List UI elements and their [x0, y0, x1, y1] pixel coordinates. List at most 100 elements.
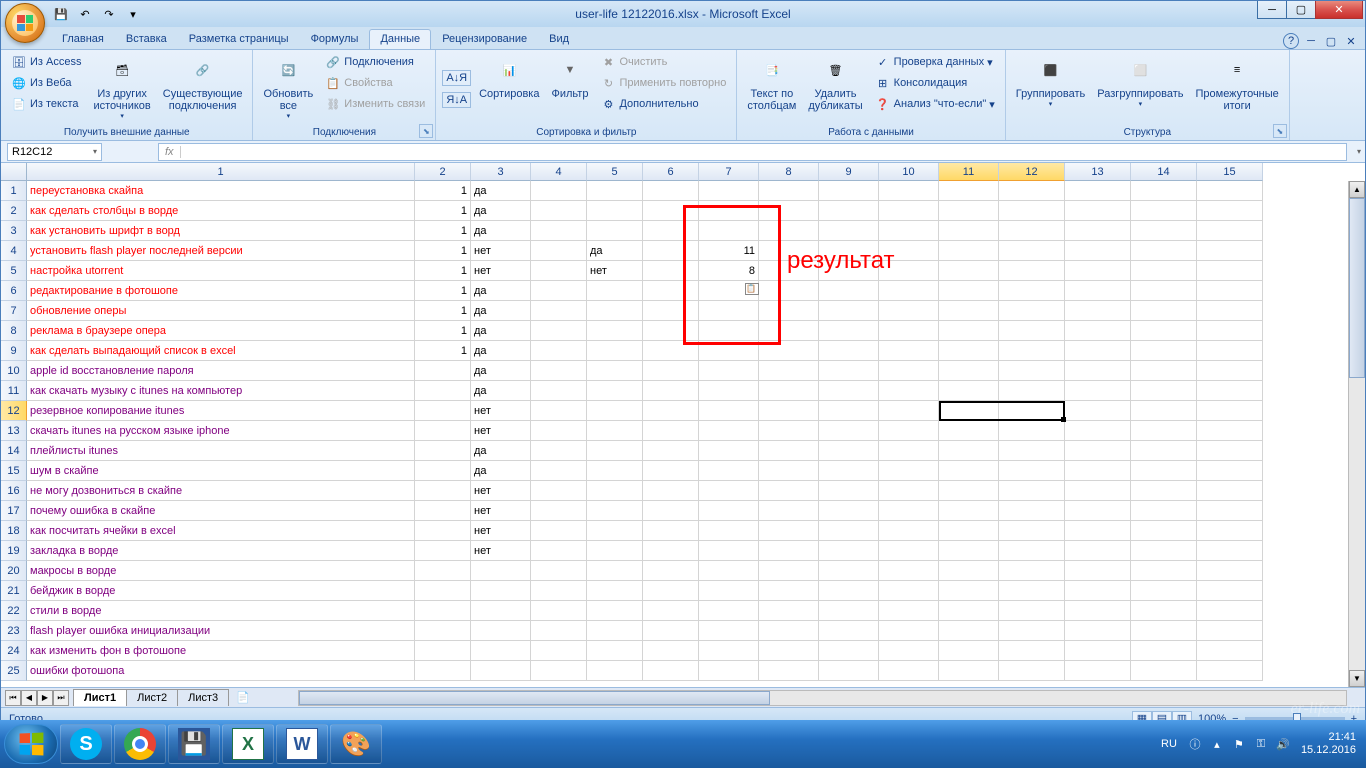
cell[interactable] [471, 601, 531, 621]
text-to-columns-button[interactable]: 📑Текст по столбцам [743, 52, 800, 125]
tab-Формулы[interactable]: Формулы [300, 29, 370, 49]
cell[interactable] [699, 541, 759, 561]
cell[interactable] [999, 261, 1065, 281]
row-header[interactable]: 3 [1, 221, 27, 241]
cell[interactable] [699, 221, 759, 241]
remove-duplicates-button[interactable]: 🗑Удалить дубликаты [804, 52, 866, 125]
cell[interactable]: как посчитать ячейки в excel [27, 521, 415, 541]
cell[interactable] [531, 301, 587, 321]
cell[interactable] [1131, 181, 1197, 201]
connections-button[interactable]: 🔗Подключения [321, 52, 429, 72]
cell[interactable] [415, 661, 471, 681]
cell[interactable] [415, 421, 471, 441]
cell[interactable] [879, 181, 939, 201]
cell[interactable] [1065, 581, 1131, 601]
cell[interactable] [999, 421, 1065, 441]
cell[interactable] [1197, 201, 1263, 221]
cell[interactable]: 1 [415, 281, 471, 301]
cell[interactable] [879, 301, 939, 321]
cell[interactable] [1131, 461, 1197, 481]
cell[interactable] [759, 301, 819, 321]
taskbar-chrome[interactable] [114, 724, 166, 764]
cell[interactable] [643, 281, 699, 301]
cell[interactable] [587, 481, 643, 501]
cell[interactable] [531, 621, 587, 641]
cell[interactable]: как скачать музыку с itunes на компьютер [27, 381, 415, 401]
ungroup-button[interactable]: ⬜Разгруппировать▾ [1093, 52, 1187, 125]
cell[interactable] [759, 541, 819, 561]
cell[interactable] [643, 181, 699, 201]
cell[interactable] [587, 601, 643, 621]
cell[interactable]: нет [471, 501, 531, 521]
worksheet-grid[interactable]: 123456789101112131415 1переустановка ска… [1, 163, 1365, 687]
cell[interactable] [1065, 221, 1131, 241]
cell[interactable]: как сделать выпадающий список в excel [27, 341, 415, 361]
cell[interactable] [531, 221, 587, 241]
cell[interactable] [1065, 401, 1131, 421]
cell[interactable] [415, 561, 471, 581]
office-button[interactable] [5, 3, 45, 43]
cell[interactable] [699, 621, 759, 641]
cell[interactable]: как установить шрифт в ворд [27, 221, 415, 241]
taskbar-excel[interactable]: X [222, 724, 274, 764]
cell[interactable] [819, 501, 879, 521]
cell[interactable] [415, 501, 471, 521]
cell[interactable] [415, 461, 471, 481]
cell[interactable] [643, 441, 699, 461]
column-header[interactable]: 14 [1131, 163, 1197, 181]
cell[interactable] [699, 481, 759, 501]
fx-icon[interactable]: fx [159, 146, 181, 158]
cell[interactable]: да [471, 461, 531, 481]
cell[interactable] [531, 501, 587, 521]
cell[interactable] [531, 581, 587, 601]
cell[interactable] [643, 401, 699, 421]
cell[interactable] [1197, 301, 1263, 321]
cell[interactable] [999, 301, 1065, 321]
cell[interactable] [1065, 501, 1131, 521]
cell[interactable] [587, 521, 643, 541]
cell[interactable] [999, 341, 1065, 361]
cell[interactable] [1065, 441, 1131, 461]
cell[interactable] [415, 361, 471, 381]
tab-Главная[interactable]: Главная [51, 29, 115, 49]
cell[interactable] [531, 361, 587, 381]
group-button[interactable]: ⬛Группировать▾ [1012, 52, 1090, 125]
cell[interactable] [1197, 361, 1263, 381]
cell[interactable] [1197, 581, 1263, 601]
cell[interactable] [819, 201, 879, 221]
row-header[interactable]: 18 [1, 521, 27, 541]
cell[interactable]: установить flash player последней версии [27, 241, 415, 261]
cell[interactable] [1065, 521, 1131, 541]
cell[interactable]: 1 [415, 341, 471, 361]
cell[interactable] [879, 481, 939, 501]
next-sheet-icon[interactable]: ▶ [37, 690, 53, 706]
cell[interactable] [1131, 661, 1197, 681]
cell[interactable] [643, 521, 699, 541]
cell[interactable] [879, 201, 939, 221]
cell[interactable]: макросы в ворде [27, 561, 415, 581]
cell[interactable]: шум в скайпе [27, 461, 415, 481]
column-header[interactable]: 11 [939, 163, 999, 181]
cell[interactable]: нет [471, 241, 531, 261]
cell[interactable] [643, 361, 699, 381]
cell[interactable]: стили в ворде [27, 601, 415, 621]
column-header[interactable]: 3 [471, 163, 531, 181]
cell[interactable] [531, 641, 587, 661]
cell[interactable] [999, 541, 1065, 561]
cell[interactable] [879, 361, 939, 381]
cell[interactable] [819, 641, 879, 661]
cell[interactable] [879, 621, 939, 641]
cell[interactable] [939, 641, 999, 661]
cell[interactable] [939, 261, 999, 281]
sort-az-button[interactable]: А↓Я [442, 70, 471, 86]
cell[interactable] [999, 281, 1065, 301]
cell[interactable] [759, 461, 819, 481]
tab-Данные[interactable]: Данные [369, 29, 431, 49]
cell[interactable] [1131, 441, 1197, 461]
cell[interactable] [999, 321, 1065, 341]
cell[interactable] [1131, 621, 1197, 641]
cell[interactable]: да [471, 321, 531, 341]
cell[interactable] [1065, 241, 1131, 261]
cell[interactable] [415, 401, 471, 421]
cell[interactable] [879, 461, 939, 481]
